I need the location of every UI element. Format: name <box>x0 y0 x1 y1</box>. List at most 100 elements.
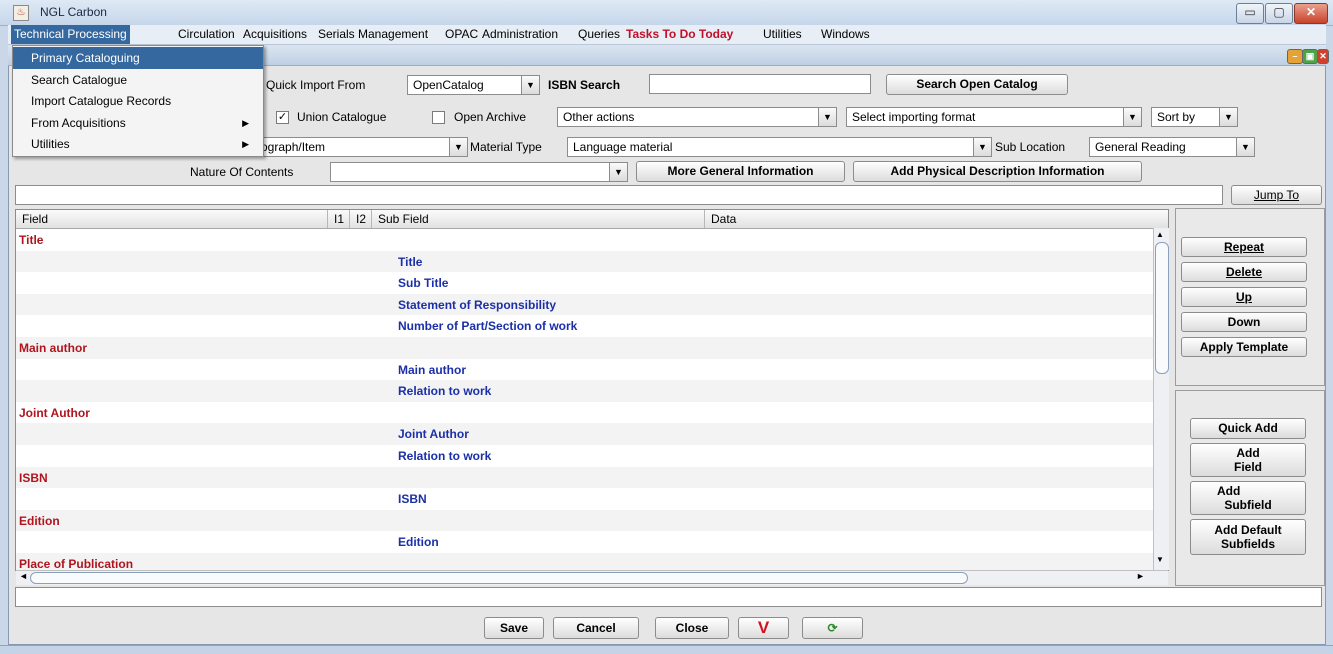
material-type-select[interactable]: Language material ▼ <box>567 137 992 157</box>
quick-add-button[interactable]: Quick Add <box>1190 418 1306 439</box>
more-general-information-button[interactable]: More General Information <box>636 161 845 182</box>
menu-item-search-catalogue[interactable]: Search Catalogue <box>13 69 263 91</box>
frame-maximize-icon[interactable]: ▣ <box>1302 49 1318 64</box>
menu-administration[interactable]: Administration <box>479 25 561 44</box>
table-row[interactable]: Title <box>16 229 1153 251</box>
menu-circulation[interactable]: Circulation <box>175 25 238 44</box>
menu-utilities[interactable]: Utilities <box>760 25 805 44</box>
table-row[interactable]: Relation to work <box>16 445 1153 467</box>
table-row[interactable]: Main author <box>16 358 1153 381</box>
isbn-search-input[interactable] <box>649 74 871 94</box>
subfield-cell: Relation to work <box>398 449 492 463</box>
table-row[interactable]: Title <box>16 250 1153 273</box>
add-default-label-line2: Subfields <box>1220 537 1275 551</box>
menu-queries[interactable]: Queries <box>575 25 623 44</box>
sort-by-select[interactable]: Sort by ▼ <box>1151 107 1238 127</box>
down-button[interactable]: Down <box>1181 312 1307 332</box>
table-header: Field I1 I2 Sub Field Data <box>16 210 1168 229</box>
open-archive-checkbox[interactable] <box>432 111 445 124</box>
scroll-left-icon[interactable]: ◄ <box>19 571 28 581</box>
menu-item-utilities[interactable]: Utilities ▶ <box>13 133 263 155</box>
record-type-value: ograph/Item <box>261 140 326 154</box>
menu-tasks-to-do-today[interactable]: Tasks To Do Today <box>623 25 736 44</box>
cancel-button[interactable]: Cancel <box>553 617 639 639</box>
table-row[interactable]: Joint Author <box>16 423 1153 446</box>
table-row[interactable]: ISBN <box>16 466 1153 489</box>
add-default-subfields-button[interactable]: Add Default Subfields <box>1190 519 1306 555</box>
scroll-up-icon[interactable]: ▲ <box>1156 230 1164 239</box>
vertical-scrollbar[interactable]: ▲ ▼ <box>1153 228 1169 570</box>
subfield-cell: Joint Author <box>398 427 469 442</box>
frame-minimize-icon[interactable]: – <box>1287 49 1303 64</box>
material-type-label: Material Type <box>470 140 542 154</box>
sub-location-select[interactable]: General Reading ▼ <box>1089 137 1255 157</box>
menu-item-label: Primary Cataloguing <box>31 51 140 65</box>
col-subfield[interactable]: Sub Field <box>372 210 705 228</box>
refresh-icon[interactable]: ⟳ <box>802 617 863 639</box>
col-data[interactable]: Data <box>705 210 1168 228</box>
table-row[interactable]: Edition <box>16 509 1153 532</box>
add-subfield-button[interactable]: Add Subfield <box>1190 481 1306 515</box>
repeat-button[interactable]: Repeat <box>1181 237 1307 257</box>
save-button[interactable]: Save <box>484 617 544 639</box>
menu-opac[interactable]: OPAC <box>442 25 481 44</box>
subfield-cell: Title <box>398 254 423 269</box>
menu-acquisitions[interactable]: Acquisitions <box>240 25 310 44</box>
col-i1[interactable]: I1 <box>328 210 350 228</box>
horizontal-scrollbar[interactable]: ◄ ► <box>16 570 1168 585</box>
close-window-button[interactable]: ✕ <box>1294 3 1328 24</box>
isbn-search-label: ISBN Search <box>548 78 621 92</box>
table-row[interactable]: ISBN <box>16 488 1153 511</box>
vertical-scroll-thumb[interactable] <box>1155 242 1169 374</box>
apply-template-button[interactable]: Apply Template <box>1181 337 1307 357</box>
menu-windows[interactable]: Windows <box>818 25 873 44</box>
frame-close-icon[interactable]: ✕ <box>1317 49 1329 64</box>
menu-technical-processing[interactable]: Technical Processing <box>11 25 130 44</box>
quick-import-value: OpenCatalog <box>413 78 484 92</box>
add-field-label-line1: Add <box>1236 446 1260 460</box>
menu-item-import-catalogue-records[interactable]: Import Catalogue Records <box>13 90 263 112</box>
jump-to-input[interactable] <box>15 185 1223 205</box>
maximize-button[interactable]: ▢ <box>1265 3 1293 24</box>
col-i2[interactable]: I2 <box>350 210 372 228</box>
add-physical-description-button[interactable]: Add Physical Description Information <box>853 161 1142 182</box>
technical-processing-menu: Primary Cataloguing Search Catalogue Imp… <box>12 45 264 157</box>
delete-button[interactable]: Delete <box>1181 262 1307 282</box>
add-field-button[interactable]: Add Field <box>1190 443 1306 477</box>
validate-icon[interactable]: V <box>738 617 789 639</box>
other-actions-select[interactable]: Other actions ▼ <box>557 107 837 127</box>
col-field[interactable]: Field <box>16 210 328 228</box>
cancel-label: Cancel <box>576 621 616 635</box>
minimize-button[interactable]: ▭ <box>1236 3 1264 24</box>
submenu-arrow-icon: ▶ <box>242 139 249 149</box>
table-row[interactable]: Joint Author <box>16 401 1153 424</box>
scroll-right-icon[interactable]: ► <box>1136 571 1145 581</box>
app-icon: ♨ <box>13 5 29 21</box>
table-row[interactable]: Main author <box>16 337 1153 359</box>
menu-serials-management[interactable]: Serials Management <box>315 25 431 44</box>
table-row[interactable]: Number of Part/Section of work <box>16 315 1153 338</box>
table-row[interactable]: Relation to work <box>16 380 1153 403</box>
status-field[interactable] <box>15 587 1322 607</box>
nature-of-contents-select[interactable]: ▼ <box>330 162 628 182</box>
search-open-catalog-button[interactable]: Search Open Catalog <box>886 74 1068 95</box>
jump-to-button[interactable]: Jump To <box>1231 185 1322 205</box>
chevron-down-icon: ▼ <box>609 163 627 181</box>
record-type-select[interactable]: ograph/Item ▼ <box>258 137 468 157</box>
importing-format-select[interactable]: Select importing format ▼ <box>846 107 1142 127</box>
table-row[interactable]: Statement of Responsibility <box>16 293 1153 316</box>
subfield-cell: Number of Part/Section of work <box>398 319 578 334</box>
field-cell: Edition <box>19 513 60 528</box>
union-catalogue-checkbox[interactable]: ✓ <box>276 111 289 124</box>
horizontal-scroll-thumb[interactable] <box>30 572 968 584</box>
subfield-cell: Edition <box>398 535 439 550</box>
close-button[interactable]: Close <box>655 617 729 639</box>
quick-import-select[interactable]: OpenCatalog ▼ <box>407 75 540 95</box>
window-title: NGL Carbon <box>40 5 107 19</box>
table-row[interactable]: Sub Title <box>16 272 1153 295</box>
up-button[interactable]: Up <box>1181 287 1307 307</box>
menu-item-primary-cataloguing[interactable]: Primary Cataloguing <box>13 47 263 69</box>
scroll-down-icon[interactable]: ▼ <box>1156 555 1164 564</box>
menu-item-from-acquisitions[interactable]: From Acquisitions ▶ <box>13 112 263 134</box>
table-row[interactable]: Edition <box>16 531 1153 554</box>
